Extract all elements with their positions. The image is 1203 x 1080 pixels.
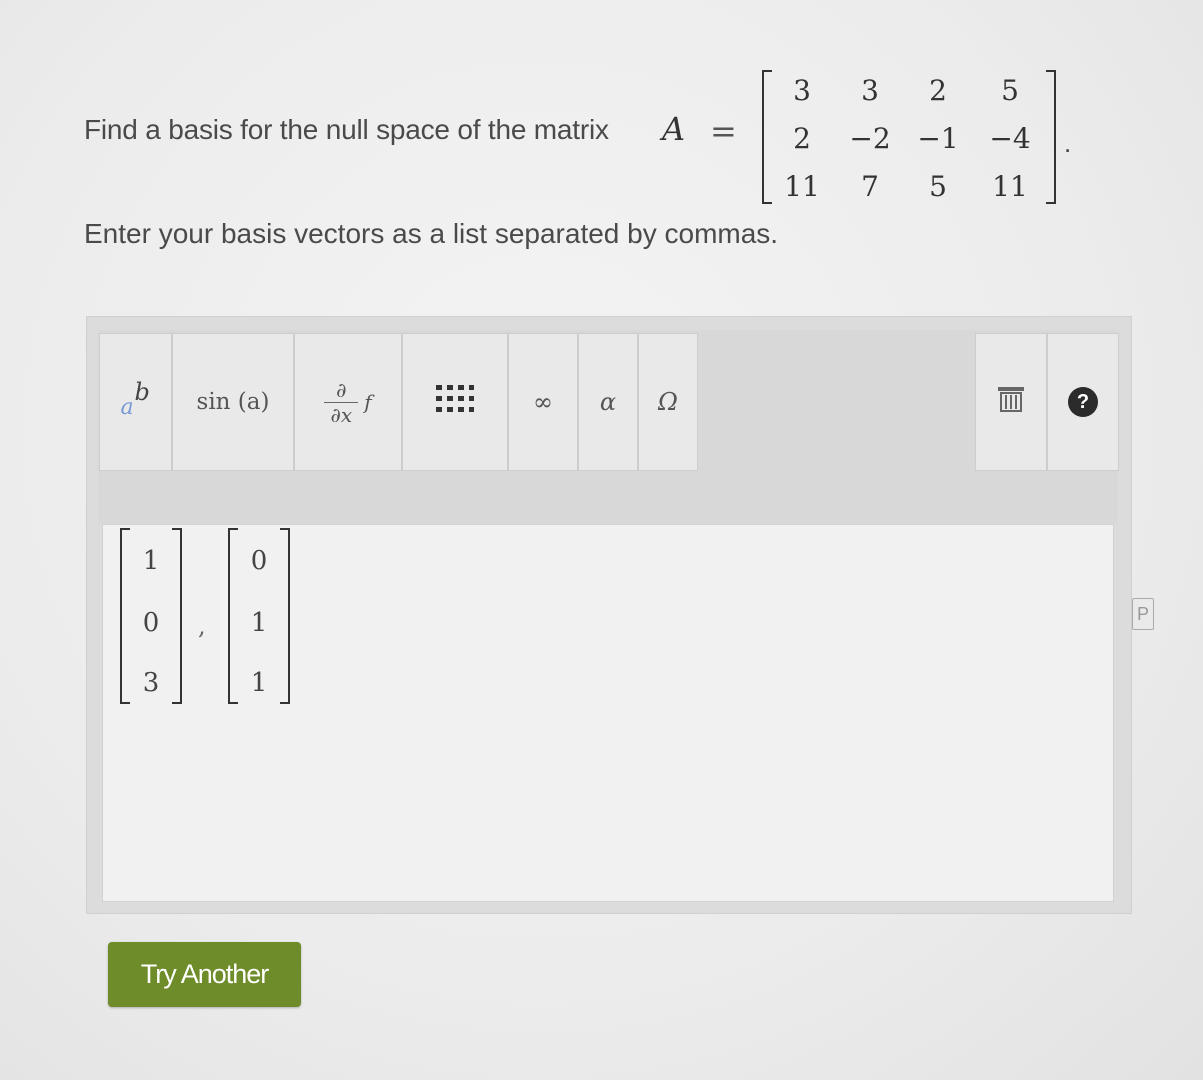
matrix-cell: 5: [929, 170, 947, 203]
matrix-cell: −2: [849, 122, 891, 155]
trash-icon: [996, 385, 1026, 420]
vector-entry: 3: [142, 668, 160, 698]
greek-label: α: [599, 388, 617, 416]
matrix-cell: 2: [929, 74, 947, 107]
functions-label: sin (a): [196, 389, 270, 415]
matrix-A: 3 3 2 5 2 −2 −1 −4 11 7 5 11: [762, 70, 1056, 204]
matrix-cell: −4: [989, 122, 1031, 155]
matrix-cell: 3: [861, 74, 879, 107]
function-label: f: [364, 390, 372, 414]
matrix-cell: 7: [861, 170, 879, 203]
question-text: Find a basis for the null space of the m…: [84, 114, 609, 145]
period: .: [1064, 128, 1072, 158]
document-icon[interactable]: P: [1132, 598, 1154, 630]
matrix-cell: 11: [784, 170, 820, 203]
infinity-label: ∞: [533, 388, 553, 416]
vector-entry: 1: [250, 668, 268, 698]
vector-separator: ,: [198, 612, 206, 640]
vector-entry: 0: [142, 608, 160, 638]
matrix-button[interactable]: [402, 333, 508, 471]
vector-entry: 1: [142, 546, 160, 576]
matrix-grid-icon: [435, 384, 475, 421]
base-label: a: [120, 395, 134, 420]
basis-vector-1: 1 0 3: [120, 528, 182, 704]
symbols-button[interactable]: Ω: [638, 333, 698, 471]
help-icon: ?: [1068, 387, 1098, 417]
help-button[interactable]: ?: [1047, 333, 1119, 471]
symbols-label: Ω: [658, 388, 678, 416]
superscript-label: b: [134, 378, 150, 406]
delete-button[interactable]: [975, 333, 1047, 471]
right-bracket: [1046, 70, 1056, 204]
superscript-button[interactable]: a b: [99, 333, 172, 471]
infinity-button[interactable]: ∞: [508, 333, 578, 471]
calculus-button[interactable]: ∂ ∂x f: [294, 333, 402, 471]
partial-numerator: ∂: [336, 377, 347, 402]
try-another-button[interactable]: Try Another: [108, 942, 301, 1007]
greek-button[interactable]: α: [578, 333, 638, 471]
matrix-cell: 5: [1001, 74, 1019, 107]
functions-button[interactable]: sin (a): [172, 333, 294, 471]
partial-denominator: ∂x: [330, 402, 353, 427]
matrix-cell: −1: [917, 122, 959, 155]
instruction-text: Enter your basis vectors as a list separ…: [84, 218, 779, 249]
vector-entry: 0: [250, 546, 268, 576]
matrix-variable: A: [662, 110, 686, 148]
basis-vector-2: 0 1 1: [228, 528, 290, 704]
matrix-cell: 11: [992, 170, 1028, 203]
equals-sign: =: [710, 112, 737, 150]
left-bracket: [762, 70, 772, 204]
matrix-cell: 3: [793, 74, 811, 107]
matrix-cell: 2: [793, 122, 811, 155]
vector-entry: 1: [250, 608, 268, 638]
